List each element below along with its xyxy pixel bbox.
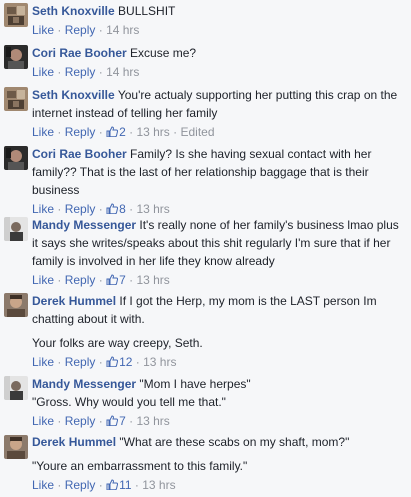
comment-text-continued: Your folks are way creepy, Seth. — [32, 336, 203, 350]
like-count[interactable]: 11 — [106, 477, 132, 493]
thumbs-up-icon — [106, 126, 119, 137]
comment-timestamp[interactable]: 13 hrs — [142, 478, 175, 492]
avatar[interactable] — [4, 293, 28, 317]
comment-author[interactable]: Cori Rae Booher — [32, 46, 127, 60]
reply-link[interactable]: Reply — [65, 414, 96, 428]
like-count[interactable]: 7 — [106, 272, 126, 288]
avatar[interactable] — [4, 376, 28, 400]
avatar[interactable] — [4, 146, 28, 170]
reply-link[interactable]: Reply — [65, 355, 96, 369]
reply-link[interactable]: Reply — [65, 23, 96, 37]
comment-author[interactable]: Mandy Messenger — [32, 377, 136, 391]
comment-timestamp[interactable]: 14 hrs — [106, 65, 139, 79]
comment-author[interactable]: Seth Knoxville — [32, 4, 115, 18]
avatar[interactable] — [4, 3, 28, 27]
reply-link[interactable]: Reply — [65, 202, 96, 216]
like-link[interactable]: Like — [32, 23, 54, 37]
like-link[interactable]: Like — [32, 65, 54, 79]
comment-text-continued: "Youre an embarrassment to this family." — [32, 459, 248, 473]
avatar[interactable] — [4, 435, 28, 459]
reply-link[interactable]: Reply — [65, 273, 96, 287]
comment-actions: Like · Reply · 14 hrs — [32, 65, 140, 79]
comment-thread: Seth Knoxville BULLSHIT Like · Reply · 1… — [0, 0, 411, 497]
comment-actions: Like · Reply · 7 · 13 hrs — [32, 272, 170, 288]
like-link[interactable]: Like — [32, 125, 54, 139]
comment-actions: Like · Reply · 14 hrs — [32, 23, 140, 37]
like-count[interactable]: 8 — [106, 201, 126, 217]
comment-author[interactable]: Mandy Messenger — [32, 218, 136, 232]
comment-actions: Like · Reply · 11 · 13 hrs — [32, 477, 176, 493]
comment-author[interactable]: Seth Knoxville — [32, 88, 115, 102]
comment-timestamp[interactable]: 13 hrs — [143, 355, 176, 369]
comment-text: BULLSHIT — [118, 4, 176, 18]
avatar[interactable] — [4, 217, 28, 241]
comment-actions: Like · Reply · 7 · 13 hrs — [32, 413, 170, 429]
thumbs-up-icon — [106, 203, 119, 214]
comment-timestamp[interactable]: 13 hrs — [136, 125, 169, 139]
like-link[interactable]: Like — [32, 202, 54, 216]
edited-label[interactable]: Edited — [181, 125, 215, 139]
comment-text-continued: "Gross. Why would you tell me that." — [32, 395, 226, 409]
thumbs-up-icon — [106, 356, 119, 367]
reply-link[interactable]: Reply — [65, 478, 96, 492]
like-link[interactable]: Like — [32, 273, 54, 287]
like-count[interactable]: 7 — [106, 413, 126, 429]
thumbs-up-icon — [106, 479, 119, 490]
comment-timestamp[interactable]: 13 hrs — [136, 202, 169, 216]
reply-link[interactable]: Reply — [65, 65, 96, 79]
comment-actions: Like · Reply · 2 · 13 hrs · Edited — [32, 124, 215, 140]
reply-link[interactable]: Reply — [65, 125, 96, 139]
comment-text: "What are these scabs on my shaft, mom?" — [119, 435, 350, 449]
like-count[interactable]: 12 — [106, 354, 132, 370]
comment-text: "Mom I have herpes" — [139, 377, 251, 391]
like-link[interactable]: Like — [32, 478, 54, 492]
comment-author[interactable]: Derek Hummel — [32, 435, 116, 449]
comment-author[interactable]: Cori Rae Booher — [32, 147, 127, 161]
like-link[interactable]: Like — [32, 414, 54, 428]
avatar[interactable] — [4, 87, 28, 111]
comment-author[interactable]: Derek Hummel — [32, 294, 116, 308]
like-count[interactable]: 2 — [106, 124, 126, 140]
comment-timestamp[interactable]: 14 hrs — [106, 23, 139, 37]
comment-actions: Like · Reply · 8 · 13 hrs — [32, 201, 170, 217]
thumbs-up-icon — [106, 415, 119, 426]
comment-timestamp[interactable]: 13 hrs — [136, 414, 169, 428]
comment-actions: Like · Reply · 12 · 13 hrs — [32, 354, 177, 370]
thumbs-up-icon — [106, 274, 119, 285]
like-link[interactable]: Like — [32, 355, 54, 369]
avatar[interactable] — [4, 45, 28, 69]
comment-timestamp[interactable]: 13 hrs — [136, 273, 169, 287]
comment-text: Excuse me? — [130, 46, 197, 60]
